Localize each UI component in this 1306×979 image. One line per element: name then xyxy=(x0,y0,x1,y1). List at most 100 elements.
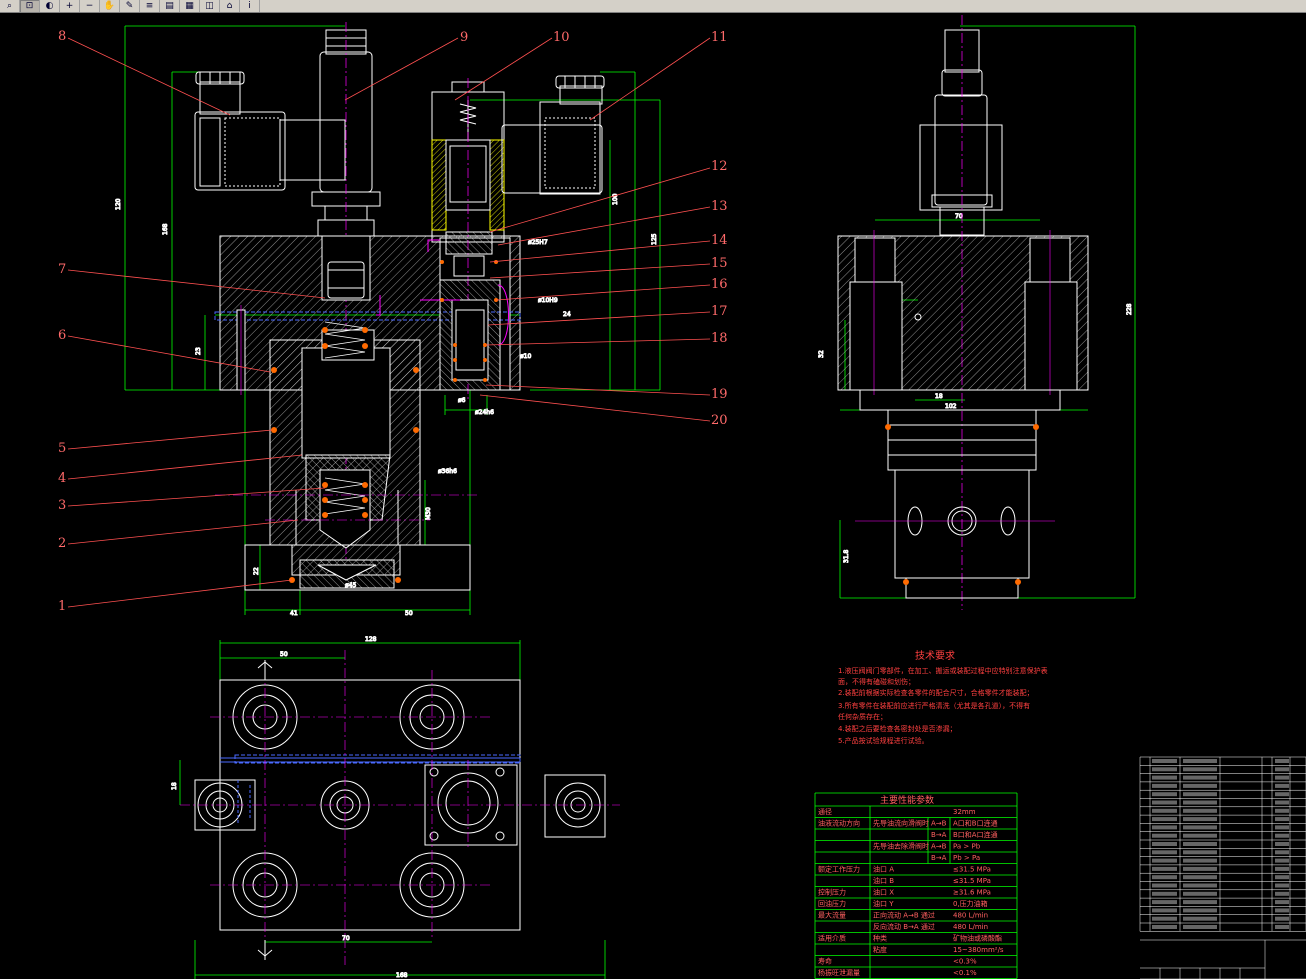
bom-row-placeholder xyxy=(1183,866,1217,871)
perf-cell: Pb > Pa xyxy=(953,854,980,862)
bom-row-placeholder xyxy=(1152,916,1177,921)
svg-text:23: 23 xyxy=(195,347,202,355)
bom-row-placeholder xyxy=(1183,842,1217,846)
bom-row-placeholder xyxy=(1275,925,1289,929)
bom-row-placeholder xyxy=(1183,775,1217,780)
perf-cell: 480 L/min xyxy=(953,923,988,931)
zoom-out-icon[interactable]: − xyxy=(80,0,100,12)
balloon-7: 7 xyxy=(58,262,66,277)
bom-row-placeholder xyxy=(1152,866,1177,871)
layers-icon[interactable]: ≡ xyxy=(140,0,160,12)
balloon-18: 18 xyxy=(711,331,728,346)
bom-row-placeholder xyxy=(1183,783,1217,788)
cad-drawing-canvas[interactable]: 120 168 23 125 100 41 50 22 M30 ø25H7 ø1… xyxy=(0,12,1306,979)
perf-cell: 杨振旺泄漏量 xyxy=(818,968,860,977)
side-view: 70 ø7 18 102 228 32 31.8 xyxy=(818,15,1136,610)
tech-req-line-6: 4.装配之后要检查各密封处是否渗漏； xyxy=(838,724,957,733)
zoom-previous-icon[interactable]: ◐ xyxy=(40,0,60,12)
bom-row-placeholder xyxy=(1183,833,1217,838)
bom-row-placeholder xyxy=(1183,858,1217,863)
help-icon[interactable]: i xyxy=(240,0,260,12)
svg-text:ø36h6: ø36h6 xyxy=(438,468,457,475)
perf-cell: Pa > Pb xyxy=(953,843,981,851)
tech-req-line-2: 面，不得有磕碰和划伤； xyxy=(838,677,915,686)
balloon-17: 17 xyxy=(711,304,728,319)
bom-row-placeholder xyxy=(1183,916,1217,921)
perf-cell: 控制压力 xyxy=(818,888,846,897)
perf-cell: 油口 X xyxy=(873,888,894,897)
svg-text:31.8: 31.8 xyxy=(843,549,850,563)
properties-icon[interactable]: ▤ xyxy=(160,0,180,12)
toolpalette-icon[interactable]: ◫ xyxy=(200,0,220,12)
match-properties-icon[interactable]: ✎ xyxy=(120,0,140,12)
bom-row-placeholder xyxy=(1152,842,1177,846)
bom-row-placeholder xyxy=(1275,908,1289,913)
bom-row-placeholder xyxy=(1275,817,1289,822)
svg-text:70: 70 xyxy=(342,935,350,942)
bom-row-placeholder xyxy=(1183,817,1217,822)
perf-table-title: 主要性能参数 xyxy=(880,794,934,806)
perf-cell: B→A xyxy=(931,831,947,839)
svg-text:24: 24 xyxy=(563,311,571,318)
zoom-window-icon[interactable]: ⊡ xyxy=(20,0,40,12)
bom-row-placeholder xyxy=(1275,800,1289,805)
perf-cell: 油口 A xyxy=(873,865,894,874)
bom-row-placeholder xyxy=(1152,891,1177,896)
balloon-14: 14 xyxy=(711,233,728,248)
svg-text:168: 168 xyxy=(396,972,408,979)
perf-cell: ≥31.6 MPa xyxy=(953,889,991,897)
bom-row-placeholder xyxy=(1275,783,1289,788)
perf-cell: 0,压力油箱 xyxy=(953,899,988,908)
bom-row-placeholder xyxy=(1275,916,1289,921)
perf-cell: 反向流动 B→A 通过 xyxy=(873,922,935,931)
bom-row-placeholder xyxy=(1275,875,1289,880)
bom-row-placeholder xyxy=(1275,891,1289,896)
bom-row-placeholder xyxy=(1183,759,1217,763)
tech-req-title: 技术要求 xyxy=(915,649,955,662)
balloon-16: 16 xyxy=(711,277,728,292)
balloon-4: 4 xyxy=(58,471,66,486)
bom-row-placeholder xyxy=(1152,833,1177,838)
bom-row-placeholder xyxy=(1275,900,1289,905)
perf-cell: ≤31.5 MPa xyxy=(953,866,991,874)
svg-text:128: 128 xyxy=(365,636,377,643)
perf-cell: 15~380mm²/s xyxy=(953,946,1004,954)
balloon-8: 8 xyxy=(58,29,66,44)
bom-row-placeholder xyxy=(1152,759,1177,763)
perf-cell: <0.1% xyxy=(953,969,977,977)
tech-req-line-1: 1.液压阀阀门零部件，在加工、搬运或装配过程中应特别注意保护表 xyxy=(838,666,1048,675)
perf-cell: B→A xyxy=(931,854,947,862)
balloon-5: 5 xyxy=(58,441,66,456)
design-center-icon[interactable]: ▦ xyxy=(180,0,200,12)
balloon-20: 20 xyxy=(711,413,728,428)
perf-cell: 粘度 xyxy=(873,945,887,954)
perf-cell: 回油压力 xyxy=(818,899,846,908)
bom-row-placeholder xyxy=(1275,866,1289,871)
svg-text:ø10: ø10 xyxy=(520,353,531,360)
bom-row-placeholder xyxy=(1183,883,1217,888)
perf-cell: 通径 xyxy=(818,807,832,816)
svg-text:168: 168 xyxy=(162,223,169,235)
bom-row-placeholder xyxy=(1275,883,1289,888)
svg-text:228: 228 xyxy=(1126,303,1133,315)
tech-req-line-5: 任何杂质存在； xyxy=(838,712,887,721)
bom-row-placeholder xyxy=(1275,825,1289,830)
bom-row-placeholder xyxy=(1152,850,1177,855)
svg-text:50: 50 xyxy=(280,651,288,658)
balloon-2: 2 xyxy=(58,536,66,551)
pan-icon[interactable]: ✋ xyxy=(100,0,120,12)
svg-text:70: 70 xyxy=(955,213,963,220)
svg-text:ø10H9: ø10H9 xyxy=(538,297,558,304)
perf-cell: 480 L/min xyxy=(953,912,988,920)
svg-text:M30: M30 xyxy=(425,507,432,520)
bom-row-placeholder xyxy=(1152,825,1177,830)
markup-icon[interactable]: ⌂ xyxy=(220,0,240,12)
zoom-in-icon[interactable]: + xyxy=(60,0,80,12)
zoom-realtime-icon[interactable]: ⌕ xyxy=(0,0,20,12)
balloon-19: 19 xyxy=(711,387,728,402)
svg-text:41: 41 xyxy=(290,610,298,617)
bom-row-placeholder xyxy=(1152,783,1177,788)
balloon-15: 15 xyxy=(711,256,728,271)
svg-text:ø24h6: ø24h6 xyxy=(475,409,494,416)
perf-cell: A→B xyxy=(931,820,947,828)
